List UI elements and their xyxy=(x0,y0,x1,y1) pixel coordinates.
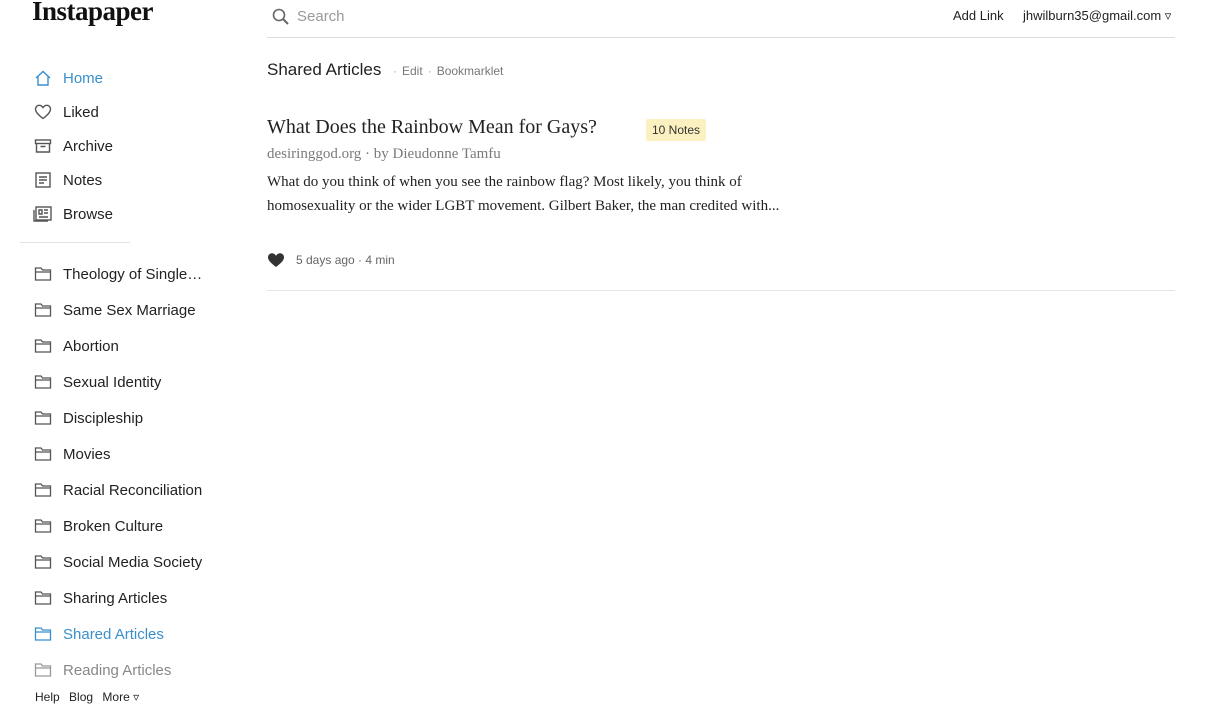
folder-label: Social Media Society xyxy=(63,553,203,571)
folder-icon xyxy=(33,552,53,572)
sidebar-item-label: Liked xyxy=(63,103,99,121)
sidebar-item-label: Archive xyxy=(63,137,114,155)
folder-item[interactable]: Theology of Singleness xyxy=(33,262,209,286)
blog-link[interactable]: Blog xyxy=(69,690,93,704)
folder-label: Same Sex Marriage xyxy=(63,301,196,319)
folder-icon xyxy=(33,588,53,608)
bookmarklet-link[interactable]: Bookmarklet xyxy=(437,64,504,78)
folder-item[interactable]: Broken Culture xyxy=(33,514,163,538)
folder-label: Broken Culture xyxy=(63,517,164,535)
instapaper-logo[interactable]: Instapaper xyxy=(32,0,154,27)
folder-item[interactable]: Social Media Society xyxy=(33,550,202,574)
folder-icon xyxy=(33,300,53,320)
folder-label: Reading Articles xyxy=(63,661,172,679)
page-actions: · Edit · Bookmarklet xyxy=(388,64,503,78)
folder-label: Discipleship xyxy=(63,409,144,427)
folder-item[interactable]: Discipleship xyxy=(33,406,143,430)
folder-item[interactable]: Movies xyxy=(33,442,111,466)
folder-item[interactable]: Sharing Articles xyxy=(33,586,167,610)
sidebar-item-label: Home xyxy=(63,69,104,87)
article-timestamp: 5 days ago · 4 min xyxy=(296,253,395,267)
sidebar-item-label: Browse xyxy=(63,205,114,223)
article-divider xyxy=(267,290,1175,291)
sidebar-item-browse[interactable]: Browse xyxy=(33,202,113,226)
sidebar-item-label: Notes xyxy=(63,171,103,189)
folder-icon xyxy=(33,372,53,392)
more-menu[interactable]: More ▿ xyxy=(102,690,139,704)
sidebar-item-notes[interactable]: Notes xyxy=(33,168,102,192)
article-excerpt: What do you think of when you see the ra… xyxy=(267,174,780,214)
archive-icon xyxy=(33,136,53,156)
folder-item-shared-articles[interactable]: Shared Articles xyxy=(33,622,164,646)
folder-label: Sexual Identity xyxy=(63,373,162,391)
folder-icon xyxy=(33,624,53,644)
folder-label: Abortion xyxy=(63,337,119,355)
account-menu[interactable]: jhwilburn35@gmail.com ▿ xyxy=(1023,8,1171,24)
article-source[interactable]: desiringgod.org · by Dieudonne Tamfu xyxy=(267,146,501,163)
page-title: Shared Articles xyxy=(267,60,382,79)
folder-icon xyxy=(33,264,53,284)
search-icon[interactable] xyxy=(271,7,291,27)
header-divider xyxy=(267,37,1175,38)
notes-icon xyxy=(33,170,53,190)
sidebar-item-home[interactable]: Home xyxy=(33,66,103,90)
separator: · xyxy=(427,64,432,78)
search-input[interactable] xyxy=(297,4,797,28)
folder-icon xyxy=(33,408,53,428)
separator: · xyxy=(393,64,397,78)
sidebar-footer: Help Blog More ▿ xyxy=(35,690,145,704)
sidebar-item-archive[interactable]: Archive xyxy=(33,134,113,158)
folder-icon xyxy=(33,516,53,536)
folder-item[interactable]: Reading Articles xyxy=(33,658,171,682)
folder-icon xyxy=(33,660,53,680)
folder-label: Theology of Singleness xyxy=(63,265,209,283)
sidebar-divider xyxy=(20,242,130,243)
browse-icon xyxy=(33,204,53,224)
folder-item[interactable]: Sexual Identity xyxy=(33,370,161,394)
add-link-button[interactable]: Add Link xyxy=(953,8,1004,23)
folder-item[interactable]: Racial Reconciliation xyxy=(33,478,202,502)
folder-icon xyxy=(33,444,53,464)
folder-icon xyxy=(33,480,53,500)
folder-label: Shared Articles xyxy=(63,625,164,643)
notes-badge[interactable]: 10 Notes xyxy=(646,119,707,141)
folder-item[interactable]: Same Sex Marriage xyxy=(33,298,196,322)
folder-label: Sharing Articles xyxy=(63,589,168,607)
folder-label: Racial Reconciliation xyxy=(63,481,203,499)
heart-icon xyxy=(33,102,53,122)
liked-heart-icon[interactable] xyxy=(267,252,285,268)
folder-icon xyxy=(33,336,53,356)
folder-label: Movies xyxy=(63,445,111,463)
help-link[interactable]: Help xyxy=(35,690,60,704)
home-icon xyxy=(33,68,53,88)
folder-item[interactable]: Abortion xyxy=(33,334,119,358)
article-title[interactable]: What Does the Rainbow Mean for Gays? xyxy=(267,116,597,139)
edit-folder-link[interactable]: Edit xyxy=(402,64,423,78)
sidebar-item-liked[interactable]: Liked xyxy=(33,100,99,124)
